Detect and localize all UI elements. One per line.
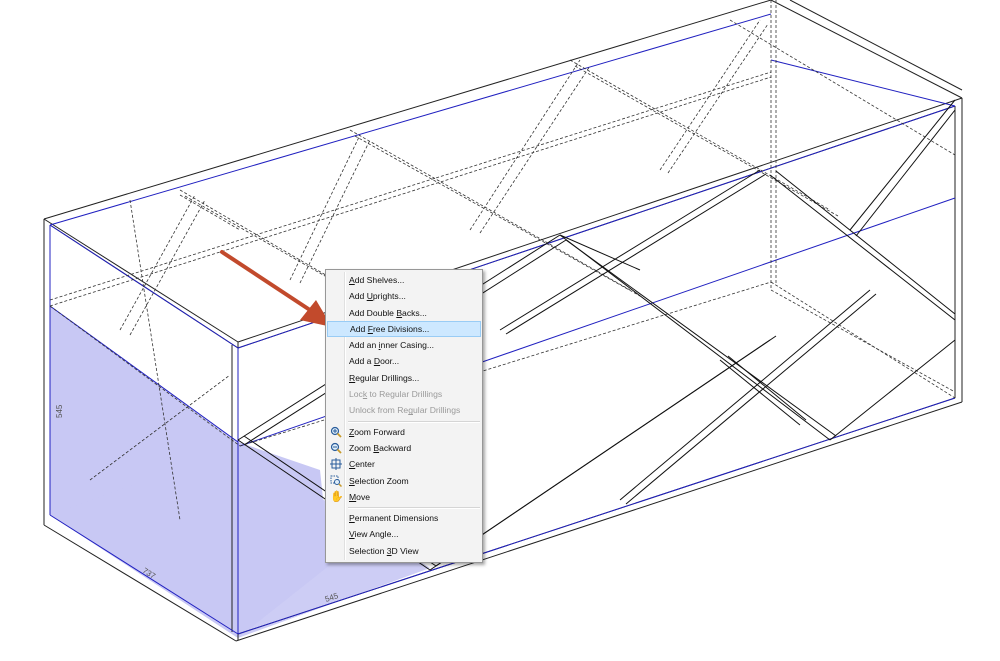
menu-item-add-shelves[interactable]: Add Shelves... — [327, 272, 481, 288]
menu-item-permanent-dimensions[interactable]: Permanent Dimensions — [327, 510, 481, 526]
menu-item-center[interactable]: Center — [327, 456, 481, 472]
hand-icon: ✋ — [330, 490, 344, 503]
menu-item-add-door[interactable]: Add a Door... — [327, 353, 481, 369]
menu-item-zoom-backward[interactable]: Zoom Backward — [327, 440, 481, 456]
height-dimension-label: 545 — [55, 404, 64, 418]
zoom-out-icon — [330, 442, 342, 454]
menu-item-move[interactable]: ✋ Move — [327, 489, 481, 505]
menu-item-selection-3d-view[interactable]: Selection 3D View — [327, 543, 481, 559]
menu-item-zoom-forward[interactable]: Zoom Forward — [327, 424, 481, 440]
menu-item-add-double-backs[interactable]: Add Double Backs... — [327, 305, 481, 321]
menu-item-regular-drillings[interactable]: Regular Drillings... — [327, 370, 481, 386]
center-icon — [330, 458, 342, 471]
menu-item-add-uprights[interactable]: Add Uprights... — [327, 288, 481, 304]
menu-item-add-free-divisions[interactable]: Add Free Divisions... — [327, 320, 481, 338]
menu-item-unlock-regular-drillings[interactable]: Unlock from Regular Drillings — [327, 402, 481, 418]
menu-item-add-inner-casing[interactable]: Add an inner Casing... — [327, 337, 481, 353]
context-menu[interactable]: Add Shelves... Add Uprights... Add Doubl… — [325, 269, 483, 563]
menu-item-lock-regular-drillings[interactable]: Lock to Regular Drillings — [327, 386, 481, 402]
selection-zoom-icon — [330, 475, 342, 487]
menu-item-view-angle[interactable]: View Angle... — [327, 526, 481, 542]
annotation-arrow — [220, 250, 332, 327]
menu-item-selection-zoom[interactable]: Selection Zoom — [327, 473, 481, 489]
zoom-in-icon — [330, 426, 342, 438]
3d-cabinet-view[interactable]: 545 737 545 — [0, 0, 1000, 661]
